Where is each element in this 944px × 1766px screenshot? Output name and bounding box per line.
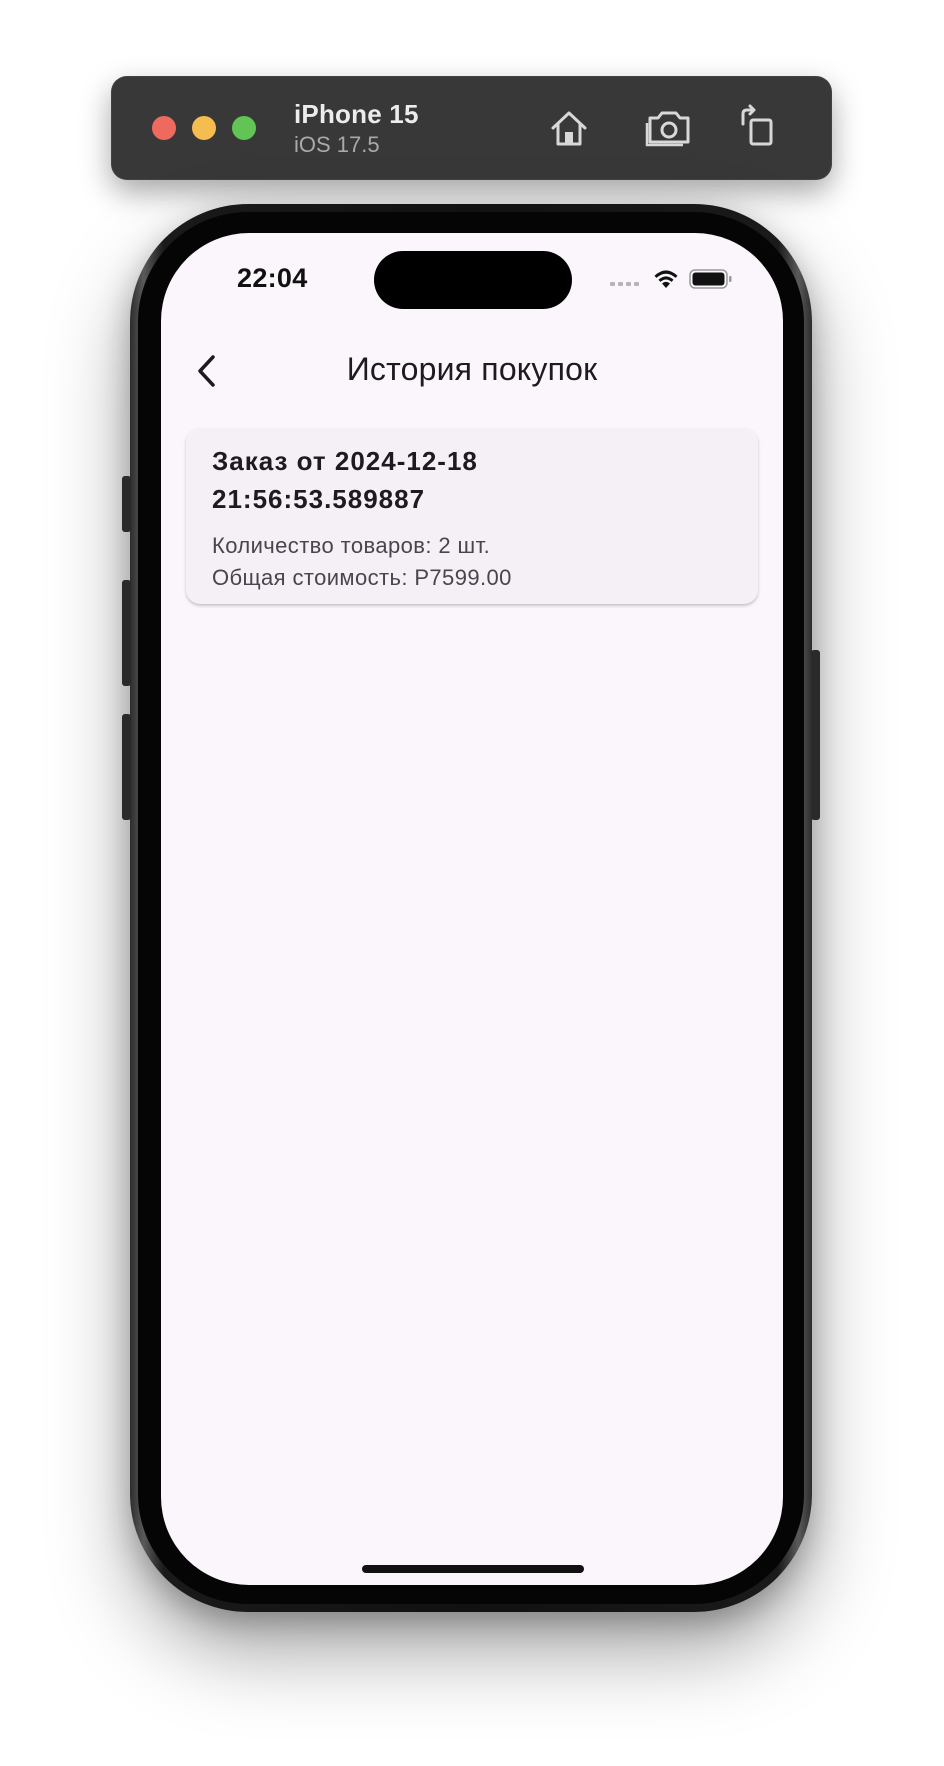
volume-up-button[interactable] — [122, 580, 131, 686]
order-title: Заказ от 2024-12-18 21:56:53.589887 — [212, 446, 478, 514]
power-button[interactable] — [811, 650, 820, 820]
status-icons — [610, 267, 733, 291]
device-name: iPhone 15 — [294, 99, 419, 129]
battery-icon — [689, 269, 732, 289]
home-icon — [551, 111, 587, 146]
rotate-button[interactable] — [734, 104, 782, 152]
simulator-stage: iPhone 15 iOS 17.5 22:04 История покупок… — [0, 0, 944, 1766]
home-button[interactable] — [545, 104, 593, 152]
action-button[interactable] — [122, 476, 131, 532]
volume-down-button[interactable] — [122, 714, 131, 820]
page-title: История покупок — [346, 351, 598, 387]
cellular-signal-icon — [610, 282, 639, 286]
device-os-version: iOS 17.5 — [294, 132, 380, 157]
phone-screen: 22:04 История покупок Заказ от 2024-12-1… — [161, 233, 783, 1585]
screenshot-icon — [645, 111, 690, 147]
minimize-window-button[interactable] — [192, 116, 216, 140]
zoom-window-button[interactable] — [232, 116, 256, 140]
status-time: 22:04 — [237, 263, 308, 293]
order-total: Общая стоимость: Р7599.00 — [212, 565, 512, 590]
dynamic-island — [374, 251, 572, 309]
close-window-button[interactable] — [152, 116, 176, 140]
order-items-count: Количество товаров: 2 шт. — [212, 533, 491, 558]
home-indicator[interactable] — [362, 1565, 584, 1573]
wifi-icon — [654, 270, 678, 288]
order-card[interactable]: Заказ от 2024-12-18 21:56:53.589887 Коли… — [186, 428, 758, 604]
rotate-icon — [741, 104, 773, 146]
simulator-toolbar: iPhone 15 iOS 17.5 — [111, 76, 832, 180]
screenshot-button[interactable] — [645, 104, 693, 152]
